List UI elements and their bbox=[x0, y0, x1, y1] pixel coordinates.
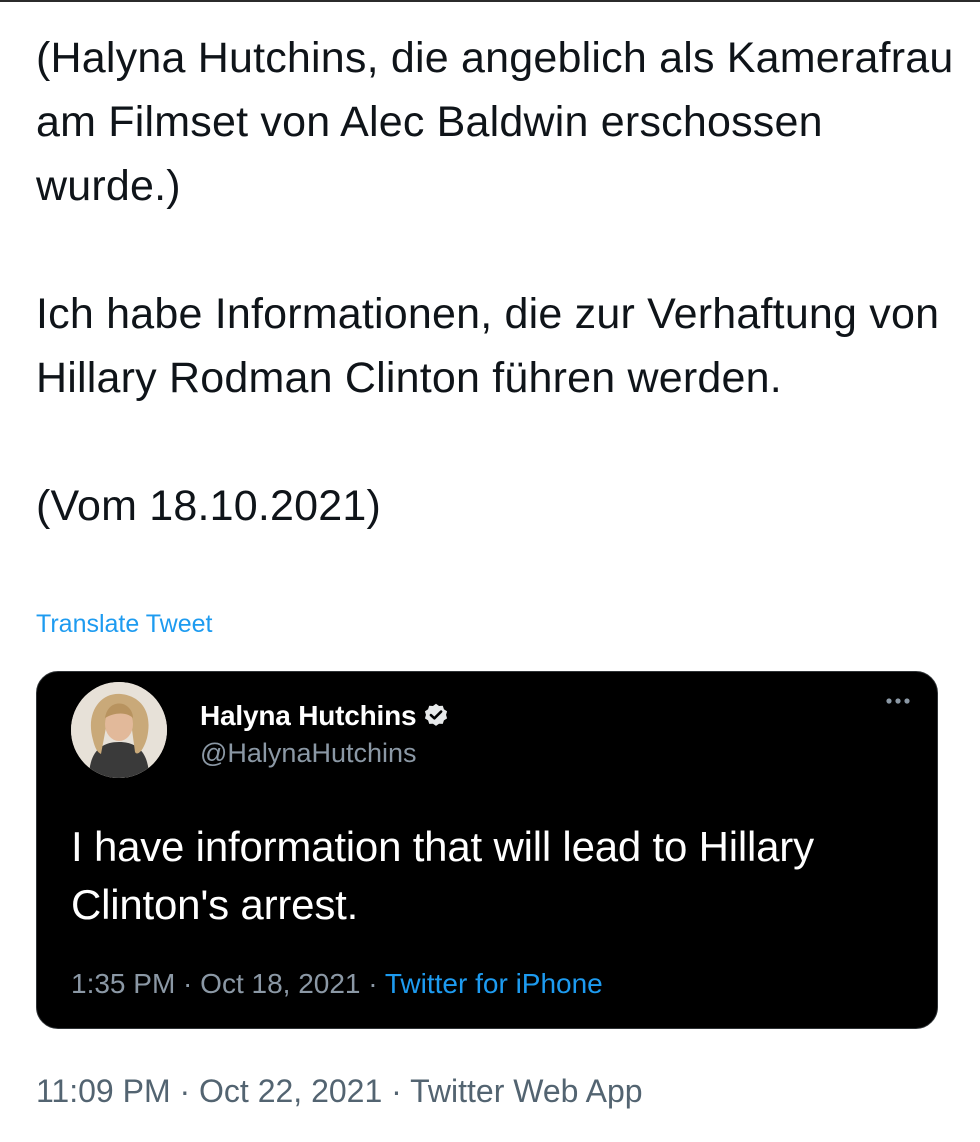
tweet-text: (Halyna Hutchins, die angeblich als Kame… bbox=[36, 26, 956, 538]
quoted-tweet-body: I have information that will lead to Hil… bbox=[71, 823, 814, 928]
quoted-tweet-card[interactable]: Halyna Hutchins @HalynaHutchins I have i… bbox=[36, 671, 938, 1029]
quoted-timestamp[interactable]: 1:35 PM · Oct 18, 2021 · bbox=[71, 968, 385, 999]
top-divider bbox=[0, 0, 980, 2]
tweet-meta: 11:09 PM · Oct 22, 2021 · Twitter Web Ap… bbox=[36, 1073, 643, 1110]
quoted-display-name[interactable]: Halyna Hutchins bbox=[200, 700, 417, 732]
quoted-source-app[interactable]: Twitter for iPhone bbox=[385, 968, 603, 999]
verified-badge-icon bbox=[422, 702, 450, 730]
tweet-paragraph-3: (Vom 18.10.2021) bbox=[36, 482, 382, 530]
quoted-author-row: Halyna Hutchins bbox=[200, 700, 450, 732]
quoted-tweet-meta: 1:35 PM · Oct 18, 2021 · Twitter for iPh… bbox=[71, 968, 603, 1000]
avatar[interactable] bbox=[71, 682, 167, 778]
tweet-paragraph-1: (Halyna Hutchins, die angeblich als Kame… bbox=[36, 34, 954, 210]
translate-tweet-link[interactable]: Translate Tweet bbox=[36, 610, 212, 639]
more-options-icon[interactable] bbox=[881, 694, 915, 708]
quoted-handle[interactable]: @HalynaHutchins bbox=[200, 738, 417, 769]
tweet-paragraph-2: Ich habe Informationen, die zur Verhaftu… bbox=[36, 290, 940, 402]
tweet-timestamp[interactable]: 11:09 PM · Oct 22, 2021 · bbox=[36, 1073, 410, 1109]
tweet-source-app: Twitter Web App bbox=[410, 1073, 643, 1109]
avatar-photo bbox=[71, 682, 167, 778]
